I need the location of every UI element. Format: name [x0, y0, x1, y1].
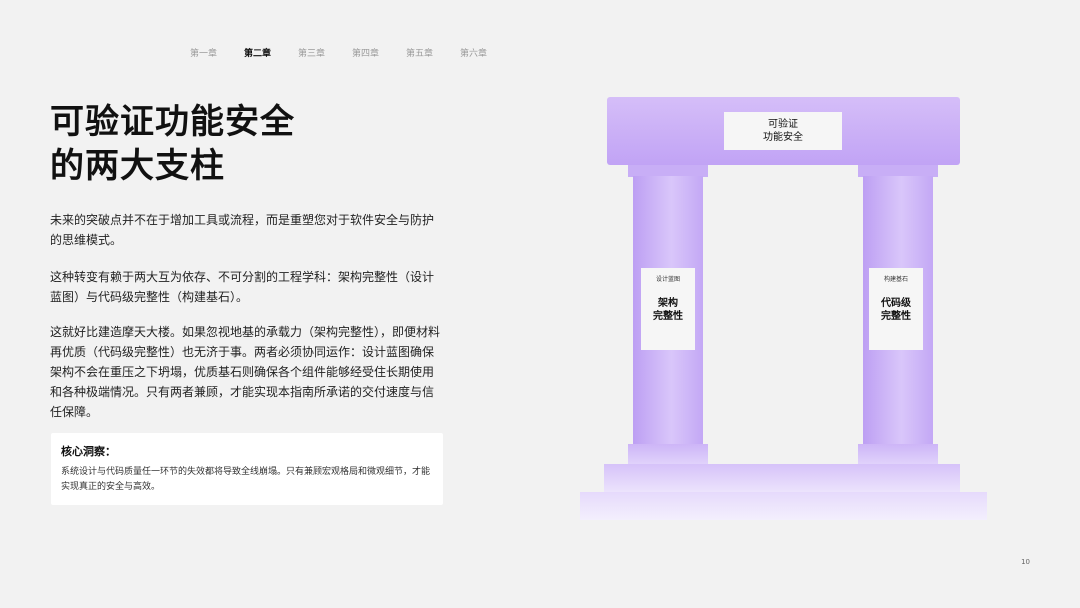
right-pillar-label-line-1: 代码级: [881, 298, 911, 309]
left-pillar-caption: 设计蓝图: [655, 276, 680, 283]
chapter-nav: 第一章 第二章 第三章 第四章 第五章 第六章: [190, 46, 514, 59]
left-pillar-label-line-2: 完整性: [653, 311, 683, 322]
left-pillar-base: [628, 444, 708, 464]
body-paragraph-1: 未来的突破点并不在于增加工具或流程，而是重塑您对于软件安全与防护的思维模式。: [50, 213, 435, 247]
body-paragraph-2: 这种转变有赖于两大互为依存、不可分割的工程学科：架构完整性（设计蓝图）与代码级完…: [50, 270, 435, 304]
chapter-tab-3[interactable]: 第三章: [298, 46, 352, 59]
page-number: 10: [1021, 558, 1030, 566]
chapter-tab-6[interactable]: 第六章: [460, 46, 514, 59]
lintel-label-line-2: 功能安全: [763, 132, 803, 143]
chapter-tab-5[interactable]: 第五章: [406, 46, 460, 59]
lintel-label: 可验证 功能安全: [724, 112, 842, 150]
right-pillar-label: 构建基石 代码级 完整性: [869, 268, 923, 350]
lintel-label-line-1: 可验证: [768, 119, 798, 130]
chapter-tab-4[interactable]: 第四章: [352, 46, 406, 59]
right-pillar-label-line-2: 完整性: [881, 311, 911, 322]
right-pillar-base: [858, 444, 938, 464]
foundation-step-lower: [580, 492, 987, 520]
key-insight-title: 核心洞察：: [61, 445, 116, 458]
key-insight-box: 核心洞察： 系统设计与代码质量任一环节的失效都将导致全线崩塌。只有兼顾宏观格局和…: [51, 433, 443, 505]
right-pillar-caption: 构建基石: [883, 276, 908, 283]
chapter-tab-2[interactable]: 第二章: [244, 46, 298, 59]
left-pillar-label: 设计蓝图 架构 完整性: [641, 268, 695, 350]
page-title-line-1: 可验证功能安全: [50, 102, 295, 142]
page-title: 可验证功能安全 的两大支柱: [50, 100, 295, 188]
body-paragraph-3: 这就好比建造摩天大楼。如果忽视地基的承载力（架构完整性），即便材料再优质（代码级…: [50, 325, 441, 419]
chapter-tab-1[interactable]: 第一章: [190, 46, 244, 59]
page-title-line-2: 的两大支柱: [50, 146, 225, 186]
key-insight-text: 系统设计与代码质量任一环节的失效都将导致全线崩塌。只有兼顾宏观格局和微观细节，才…: [61, 467, 431, 492]
left-pillar-label-line-1: 架构: [658, 298, 678, 309]
